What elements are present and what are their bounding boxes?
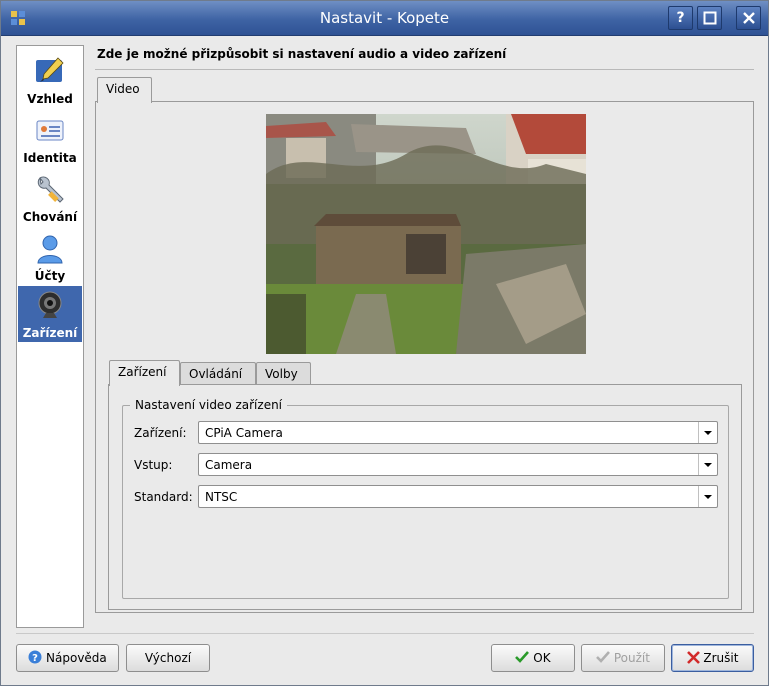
chevron-down-icon[interactable] bbox=[698, 454, 717, 475]
ok-button[interactable]: OK bbox=[491, 644, 575, 672]
standard-combo[interactable]: NTSC bbox=[198, 485, 718, 508]
checkmark-icon bbox=[515, 651, 530, 663]
help-icon: ? bbox=[28, 650, 42, 664]
close-icon bbox=[742, 12, 755, 24]
device-combo[interactable]: CPiA Camera bbox=[198, 421, 718, 444]
page-title: Zde je možné přizpůsobit si nastavení au… bbox=[97, 47, 507, 61]
maximize-icon bbox=[703, 11, 716, 25]
sidebar-item-vzhled[interactable]: Vzhled bbox=[18, 52, 82, 108]
sidebar-item-identita[interactable]: Identita bbox=[18, 111, 82, 167]
button-divider bbox=[16, 633, 754, 634]
chevron-down-icon[interactable] bbox=[698, 422, 717, 443]
tab-ovladani[interactable]: Ovládání bbox=[180, 362, 256, 386]
user-icon bbox=[37, 235, 63, 264]
id-card-icon bbox=[36, 120, 64, 141]
chevron-down-icon[interactable] bbox=[698, 486, 717, 507]
tab-volby[interactable]: Volby bbox=[256, 362, 311, 386]
header-divider bbox=[95, 69, 754, 70]
sidebar: Vzhled Identita Chování Účty Zařízení bbox=[16, 45, 84, 628]
maximize-button[interactable] bbox=[697, 6, 722, 30]
sidebar-item-label: Chování bbox=[22, 210, 78, 224]
standard-label: Standard: bbox=[134, 490, 193, 504]
tab-video[interactable]: Video bbox=[97, 77, 152, 103]
ok-button-label: OK bbox=[533, 651, 551, 665]
sidebar-item-chovani[interactable]: Chování bbox=[18, 170, 82, 226]
settings-window: Nastavit - Kopete ? Vzhled Identita Chov… bbox=[0, 0, 769, 686]
sidebar-item-label: Vzhled bbox=[27, 92, 73, 106]
svg-text:?: ? bbox=[32, 653, 38, 664]
device-combo-value: CPiA Camera bbox=[205, 426, 283, 440]
sidebar-item-label: Identita bbox=[23, 151, 77, 165]
sidebar-item-zarizeni[interactable]: Zařízení bbox=[18, 286, 82, 342]
window-title: Nastavit - Kopete bbox=[319, 9, 450, 27]
help-button-label: Nápověda bbox=[46, 651, 107, 665]
sidebar-item-label: Zařízení bbox=[22, 326, 78, 340]
apply-button[interactable]: Použít bbox=[581, 644, 665, 672]
sidebar-item-ucty[interactable]: Účty bbox=[18, 229, 82, 285]
help-button[interactable]: ? Nápověda bbox=[16, 644, 119, 672]
defaults-button[interactable]: Výchozí bbox=[126, 644, 210, 672]
apply-button-label: Použít bbox=[613, 651, 650, 665]
device-label: Zařízení: bbox=[134, 426, 187, 440]
wrench-icon bbox=[37, 176, 64, 203]
cancel-button[interactable]: Zrušit bbox=[671, 644, 754, 672]
input-combo-value: Camera bbox=[205, 458, 253, 472]
sidebar-item-label: Účty bbox=[34, 269, 66, 283]
title-bar[interactable]: Nastavit - Kopete ? bbox=[1, 1, 768, 36]
paintbrush-icon bbox=[36, 57, 64, 82]
tab-zarizeni[interactable]: Zařízení bbox=[109, 360, 180, 386]
standard-combo-value: NTSC bbox=[205, 490, 238, 504]
input-label: Vstup: bbox=[134, 458, 173, 472]
help-title-button[interactable]: ? bbox=[668, 6, 693, 30]
input-combo[interactable]: Camera bbox=[198, 453, 718, 476]
webcam-icon bbox=[38, 291, 62, 318]
cancel-x-icon bbox=[686, 651, 700, 664]
close-button[interactable] bbox=[736, 6, 761, 30]
groupbox-title: Nastavení video zařízení bbox=[130, 398, 288, 412]
camera-preview bbox=[266, 114, 586, 354]
cancel-button-label: Zrušit bbox=[703, 651, 739, 665]
checkmark-icon bbox=[596, 651, 611, 663]
